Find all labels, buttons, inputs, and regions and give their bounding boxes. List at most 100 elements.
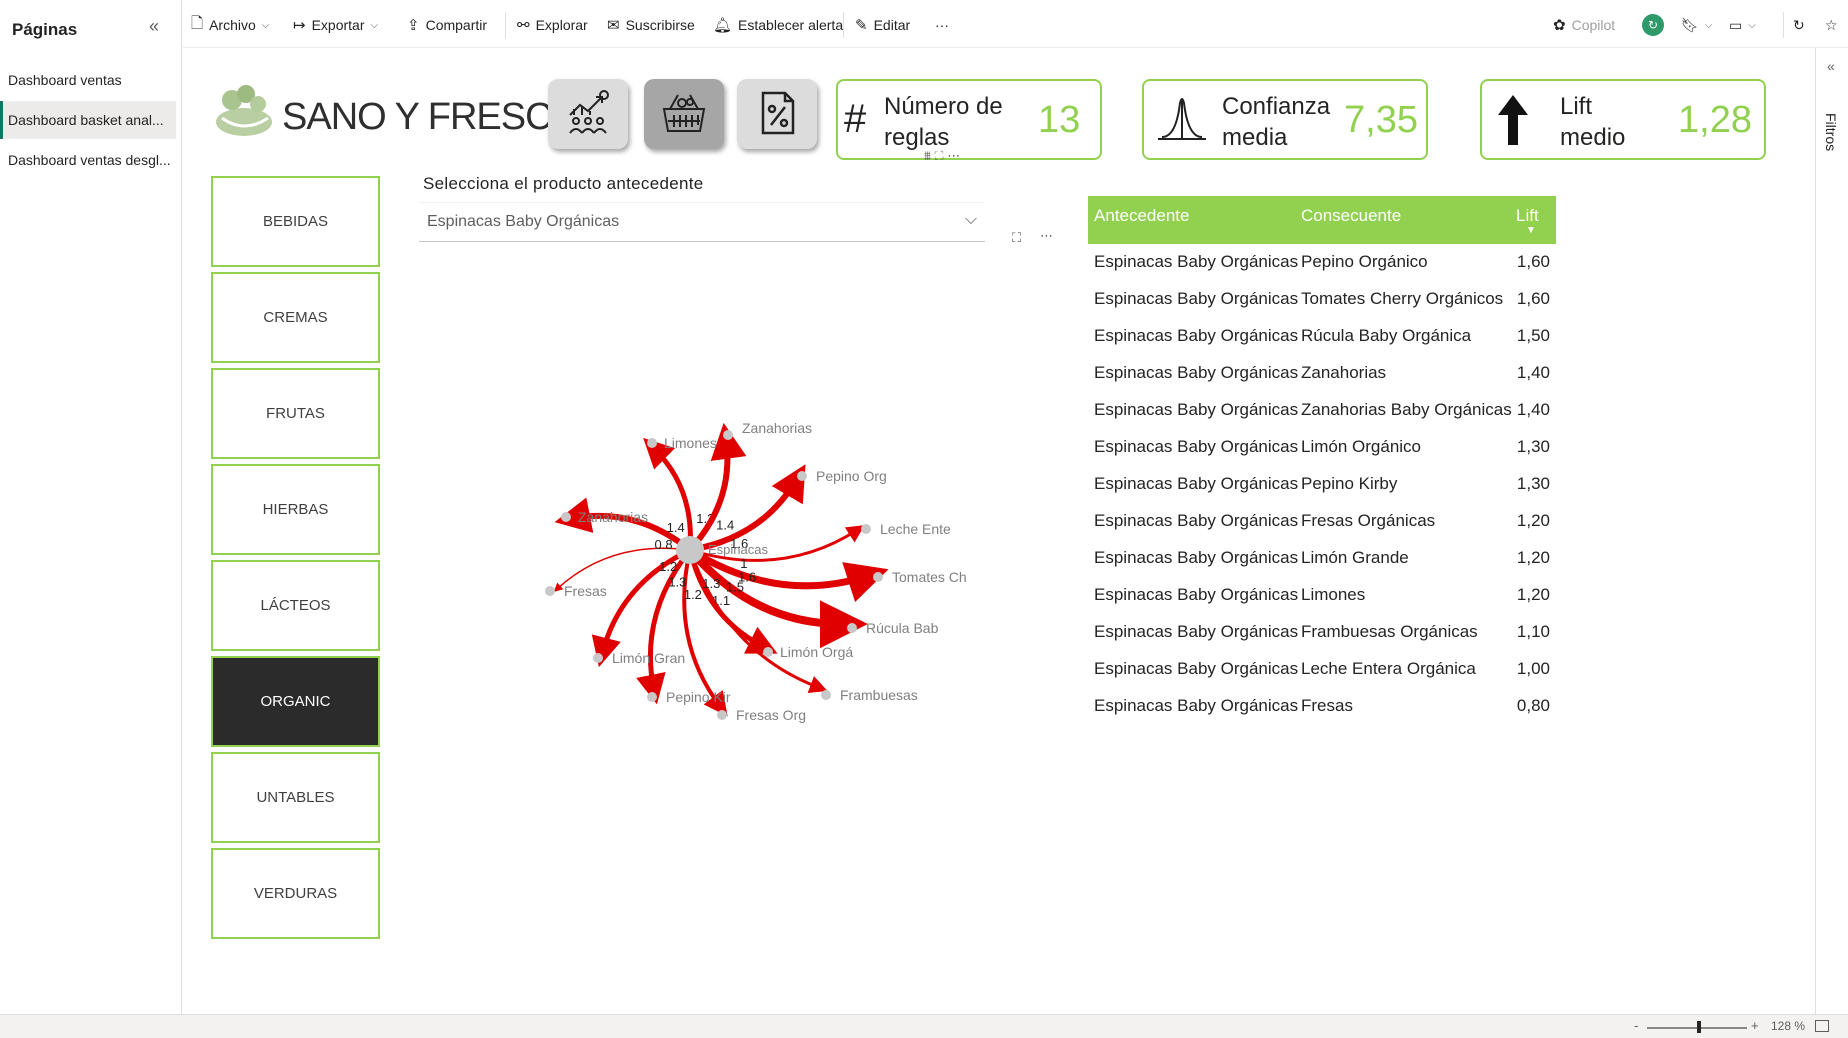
establecer-alerta-button[interactable]: 🔔︎ Establecer alerta — [713, 12, 843, 38]
graph-node[interactable] — [861, 524, 871, 534]
table-row[interactable]: Espinacas Baby Orgánicas Limón Grande 1,20 — [1088, 540, 1556, 577]
table-row[interactable]: Espinacas Baby Orgánicas Leche Entera Org… — [1088, 651, 1556, 688]
graph-node[interactable] — [717, 710, 727, 720]
more-label: ··· — [935, 17, 949, 33]
bookmark-menu[interactable]: 🔖︎ ⌵ — [1681, 12, 1712, 38]
view-menu[interactable]: ▭ ⌵ — [1729, 12, 1756, 38]
table-row[interactable]: Espinacas Baby Orgánicas Limón Orgánico 1,… — [1088, 429, 1556, 466]
zoom-out-button[interactable]: - — [1634, 1018, 1638, 1033]
lift-percent-nav-button[interactable] — [737, 79, 817, 149]
graph-node-label: Rúcula Bab — [866, 620, 939, 636]
graph-node-label: Fresas — [564, 583, 607, 599]
center-node[interactable] — [676, 536, 704, 564]
kpi-value: 7,35 — [1344, 99, 1418, 141]
table-row[interactable]: Espinacas Baby Orgánicas Rúcula Baby Orgá… — [1088, 318, 1556, 355]
graph-node[interactable] — [847, 623, 857, 633]
refresh-button[interactable]: ↻ — [1793, 12, 1805, 38]
table-row[interactable]: Espinacas Baby Orgánicas Zanahorias Baby … — [1088, 392, 1556, 429]
graph-node[interactable] — [561, 512, 571, 522]
category-button-verduras[interactable]: VERDURAS — [211, 848, 380, 939]
graph-node[interactable] — [647, 692, 657, 702]
cell-lift: 1,60 — [1516, 252, 1550, 271]
table-row[interactable]: Espinacas Baby Orgánicas Limones 1,20 — [1088, 577, 1556, 614]
category-label: LÁCTEOS — [260, 597, 331, 614]
cell-consecuente: Tomates Cherry Orgánicos — [1301, 289, 1504, 308]
antecedent-product-dropdown[interactable]: Espinacas Baby Orgánicas ⌵ — [419, 202, 985, 242]
cell-antecedente: Espinacas Baby Orgánicas — [1094, 622, 1299, 641]
table-row[interactable]: Espinacas Baby Orgánicas Fresas Orgánicas… — [1088, 503, 1556, 540]
sales-dashboard-nav-button[interactable] — [548, 79, 628, 149]
collapse-pages-icon[interactable]: « — [149, 16, 159, 37]
favorite-button[interactable]: ☆ — [1825, 12, 1838, 38]
cell-antecedente: Espinacas Baby Orgánicas — [1094, 363, 1299, 382]
category-button-frutas[interactable]: FRUTAS — [211, 368, 380, 459]
expand-filters-icon[interactable]: « — [1827, 58, 1835, 74]
arrow-up-icon — [1498, 95, 1528, 145]
fit-to-page-icon[interactable] — [1815, 1020, 1829, 1032]
compartir-label: Compartir — [425, 17, 488, 33]
zoom-slider-thumb[interactable] — [1697, 1021, 1701, 1033]
table-row[interactable]: Espinacas Baby Orgánicas Pepino Kirby 1,30 — [1088, 466, 1556, 503]
category-label: HIERBAS — [262, 501, 329, 518]
table-row[interactable]: Espinacas Baby Orgánicas Tomates Cherry O… — [1088, 281, 1556, 318]
category-button-untables[interactable]: UNTABLES — [211, 752, 380, 843]
exportar-menu[interactable]: ↦ Exportar ⌵ — [293, 12, 378, 38]
toolbar-divider — [505, 12, 506, 38]
copilot-button[interactable]: ✿ Copilot — [1553, 12, 1615, 38]
more-options-icon[interactable]: ⋯ — [1040, 228, 1053, 244]
graph-node[interactable] — [873, 572, 883, 582]
table-row[interactable]: Espinacas Baby Orgánicas Zanahorias 1,40 — [1088, 355, 1556, 392]
compartir-button[interactable]: ⇪ Compartir — [407, 12, 487, 38]
category-button-hierbas[interactable]: HIERBAS — [211, 464, 380, 555]
graph-node[interactable] — [647, 438, 657, 448]
edge-lift-label: 1.2 — [684, 587, 702, 602]
graph-node[interactable] — [763, 647, 773, 657]
cell-consecuente: Limones — [1301, 585, 1366, 604]
visual-header-icons[interactable]: ⩩ ⛶ ⋯ — [924, 148, 960, 164]
suscribirse-button[interactable]: ✉ Suscribirse — [607, 12, 695, 38]
column-header-consecuente[interactable]: Consecuente — [1301, 206, 1401, 226]
explorar-button[interactable]: ⚯ Explorar — [517, 12, 588, 38]
category-button-cremas[interactable]: CREMAS — [211, 272, 380, 363]
focus-mode-icon[interactable]: ⛶ — [1012, 230, 1021, 246]
graph-node[interactable] — [593, 653, 603, 663]
refresh-icon: ↻ — [1793, 16, 1805, 33]
kpi-title: Confianza media — [1222, 93, 1331, 151]
table-row[interactable]: Espinacas Baby Orgánicas Fresas 0,80 — [1088, 688, 1556, 725]
refresh-status-icon[interactable]: ↻ — [1642, 14, 1664, 36]
column-header-lift[interactable]: Lift — [1516, 206, 1539, 226]
association-network-graph: 1.2 1.41.611.61.51.11.31.21.31.20.81.4 Li… — [545, 420, 967, 723]
category-button-organic[interactable]: ORGANIC — [211, 656, 380, 747]
cell-antecedente: Espinacas Baby Orgánicas — [1094, 400, 1299, 419]
exportar-label: Exportar — [311, 17, 365, 33]
graph-node[interactable] — [723, 430, 733, 440]
table-row[interactable]: Espinacas Baby Orgánicas Frambuesas Orgán… — [1088, 614, 1556, 651]
kpi-value: 13 — [1038, 99, 1081, 141]
binoculars-icon: ⚯ — [517, 17, 530, 34]
page-item-dashboard-ventas-desglose[interactable]: Dashboard ventas desgl... — [0, 141, 176, 179]
category-button-bebidas[interactable]: BEBIDAS — [211, 176, 380, 267]
cell-lift: 1,10 — [1516, 622, 1550, 641]
table-row[interactable]: Espinacas Baby Orgánicas Pepino Orgánico 1… — [1088, 244, 1556, 281]
graph-node[interactable] — [821, 690, 831, 700]
graph-node[interactable] — [797, 471, 807, 481]
column-header-antecedente[interactable]: Antecedente — [1094, 206, 1189, 226]
editar-label: Editar — [873, 17, 911, 33]
basket-analysis-nav-button[interactable] — [644, 79, 724, 149]
page-item-dashboard-ventas[interactable]: Dashboard ventas — [0, 61, 176, 99]
filters-pane-collapsed[interactable]: « Filtros — [1815, 48, 1848, 1014]
cell-lift: 1,40 — [1516, 363, 1550, 382]
category-button-lacteos[interactable]: LÁCTEOS — [211, 560, 380, 651]
page-item-dashboard-basket[interactable]: Dashboard basket anal... — [0, 101, 176, 139]
zoom-in-button[interactable]: + — [1751, 1018, 1759, 1033]
edge-lift-label: 1.4 — [667, 520, 685, 535]
pages-title: Páginas — [12, 20, 78, 39]
graph-edge[interactable] — [687, 422, 747, 553]
more-options-button[interactable]: ··· — [935, 12, 949, 38]
archivo-menu[interactable]: 🗋 Archivo ⌵ — [191, 12, 269, 38]
editar-button[interactable]: ✎ Editar — [855, 12, 910, 38]
status-bar: - + 128 % — [0, 1014, 1848, 1038]
cell-consecuente: Limón Grande — [1301, 548, 1409, 567]
cell-lift: 1,20 — [1516, 548, 1550, 567]
graph-node[interactable] — [545, 586, 555, 596]
